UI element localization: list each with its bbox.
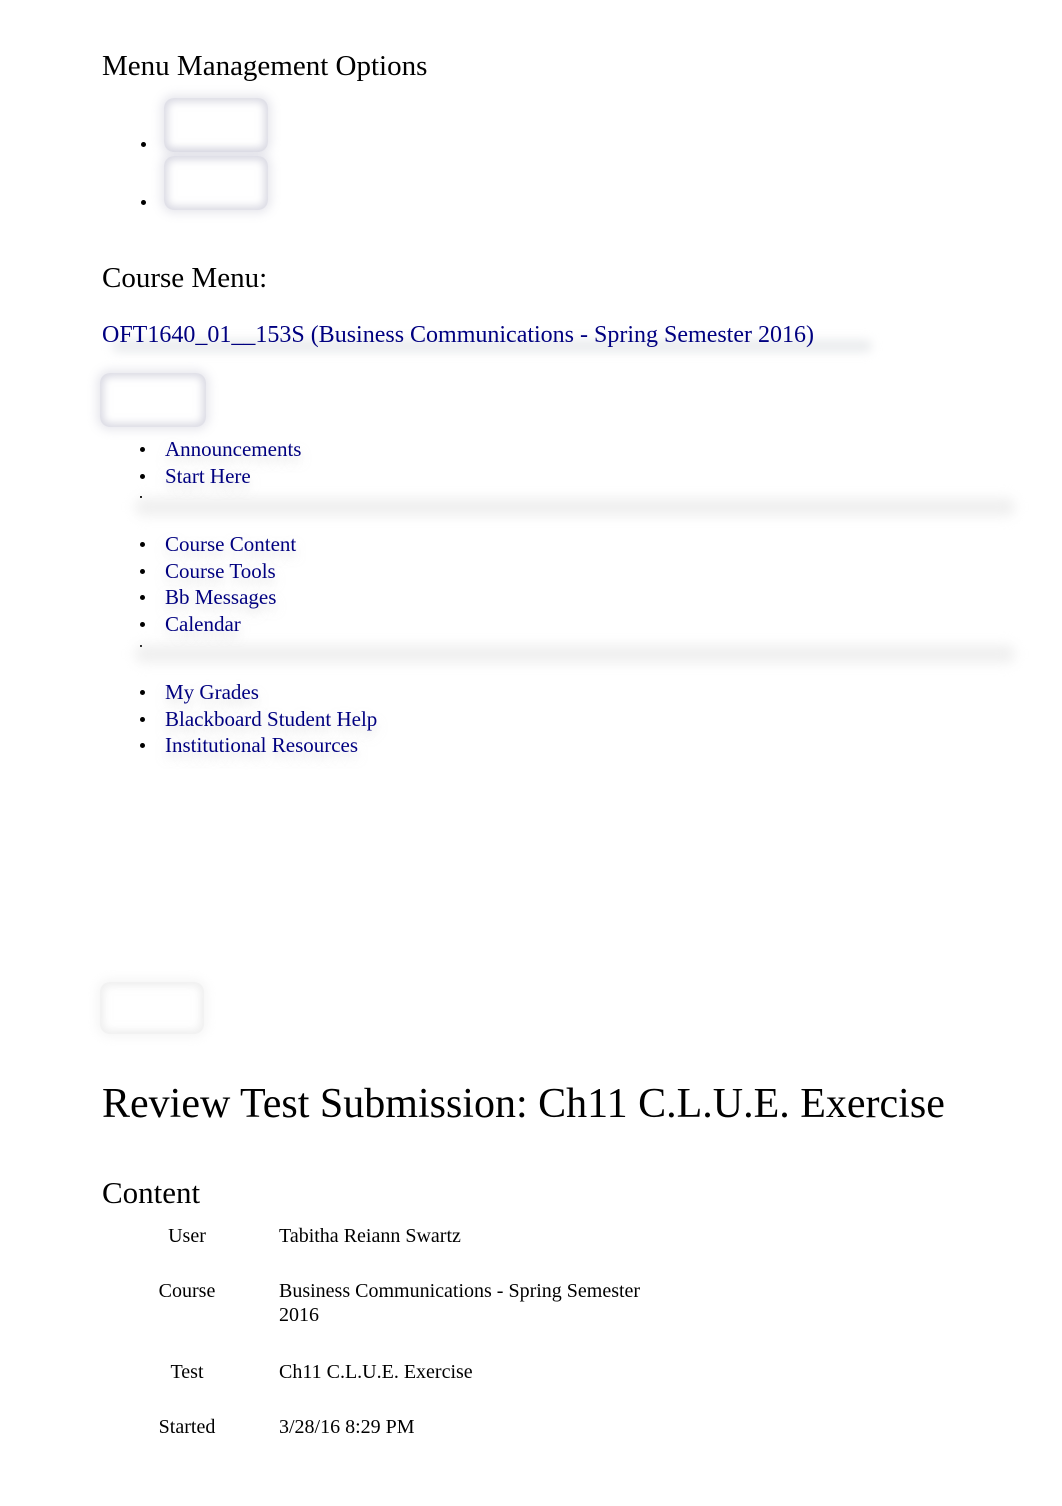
nav-link-calendar[interactable]: Calendar: [165, 611, 241, 637]
bullet: [140, 716, 145, 722]
menu-management-heading: Menu Management Options: [102, 50, 428, 82]
menu-divider-1: [135, 498, 1015, 516]
nav-link-blackboard-student-help[interactable]: Blackboard Student Help: [165, 706, 377, 732]
nav-link-institutional-resources[interactable]: Institutional Resources: [165, 732, 358, 758]
faint-button[interactable]: [100, 982, 204, 1034]
detail-label: Started: [158, 1416, 216, 1438]
detail-label: Test: [170, 1361, 204, 1383]
bullet: [140, 595, 145, 601]
course-menu-heading: Course Menu:: [102, 262, 268, 294]
detail-label: User: [168, 1225, 206, 1247]
detail-label: Course: [158, 1280, 216, 1302]
bullet: [141, 142, 146, 147]
bullet: [140, 690, 145, 695]
menu-management-options: [138, 92, 278, 222]
detail-value: Business Communications - Spring Semeste…: [279, 1280, 641, 1326]
course-link[interactable]: OFT1640_01__153S (Business Communication…: [102, 319, 814, 351]
detail-value: Ch11 C.L.U.E. Exercise: [279, 1361, 473, 1383]
bullet: [140, 622, 145, 628]
bullet: [140, 743, 145, 749]
menu-divider-2: [135, 645, 1015, 663]
detail-value: Tabitha Reiann Swartz: [279, 1225, 461, 1247]
page-title: Review Test Submission: Ch11 C.L.U.E. Ex…: [102, 1081, 945, 1127]
nav-link-course-tools[interactable]: Course Tools: [165, 558, 276, 584]
bullet: [140, 568, 145, 574]
nav-link-my-grades[interactable]: My Grades: [165, 679, 259, 705]
nav-link-announcements[interactable]: Announcements: [165, 436, 301, 462]
detail-value: 3/28/16 8:29 PM: [279, 1416, 415, 1438]
bullet: [140, 473, 145, 479]
bullet: [140, 447, 145, 452]
bullet: [140, 542, 145, 547]
nav-link-course-content[interactable]: Course Content: [165, 531, 296, 557]
nav-link-bb-messages[interactable]: Bb Messages: [165, 584, 276, 610]
course-menu-toggle-button[interactable]: [100, 373, 206, 427]
content-heading: Content: [102, 1175, 201, 1210]
menu-option-button-1[interactable]: [164, 98, 268, 152]
menu-option-button-2[interactable]: [164, 156, 268, 210]
nav-link-start-here[interactable]: Start Here: [165, 463, 251, 489]
bullet: [141, 200, 146, 205]
